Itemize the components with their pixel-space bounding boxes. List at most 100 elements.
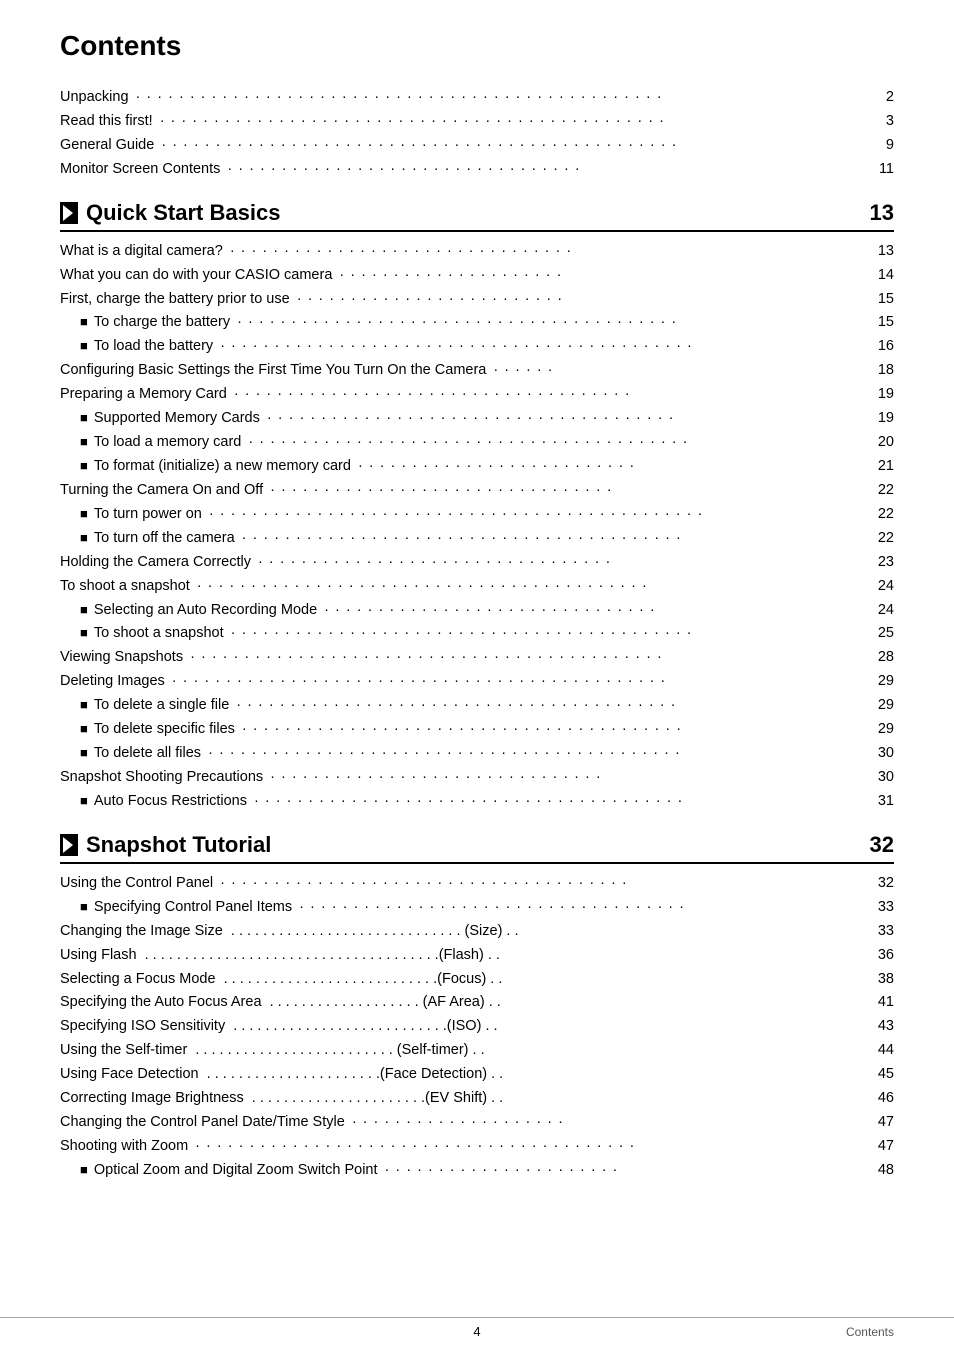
dot-leader: · · · · · · · · · · · · · · · · · · · · … [334, 264, 875, 288]
dot-leader: · · · · · · · · · · · · · · · · · · · · … [237, 527, 876, 551]
entry-auto-recording: ■ Selecting an Auto Recording Mode · · ·… [60, 599, 894, 623]
entry-iso: Specifying ISO Sensitivity . . . . . . .… [60, 1015, 894, 1039]
bullet-content: To delete specific files · · · · · · · ·… [94, 718, 894, 742]
entry-text: Using the Control Panel [60, 872, 213, 896]
entry-text: To format (initialize) a new memory card [94, 455, 351, 479]
entry-memory-card: Preparing a Memory Card · · · · · · · · … [60, 383, 894, 407]
dot-leader: · · · · · · · · · · · · · · · · · · · · … [380, 1159, 876, 1183]
section-header-left: Snapshot Tutorial [60, 832, 271, 858]
page-num: 43 [878, 1015, 894, 1039]
entry-text: Optical Zoom and Digital Zoom Switch Poi… [94, 1159, 378, 1183]
page-num: 46 [878, 1087, 894, 1111]
entry-ev-shift: Correcting Image Brightness . . . . . . … [60, 1087, 894, 1111]
bullet-icon: ■ [80, 311, 88, 332]
page-num: 15 [878, 311, 894, 335]
dot-leader [505, 1087, 876, 1111]
page-num: 13 [878, 240, 894, 264]
entry-holding: Holding the Camera Correctly · · · · · ·… [60, 551, 894, 575]
bullet-content: Optical Zoom and Digital Zoom Switch Poi… [94, 1159, 894, 1183]
page-num: 30 [878, 766, 894, 790]
bullet-icon: ■ [80, 1159, 88, 1180]
page-num: 15 [878, 288, 894, 312]
page-num: 24 [878, 599, 894, 623]
bullet-content: To shoot a snapshot · · · · · · · · · · … [94, 622, 894, 646]
bullet-icon: ■ [80, 455, 88, 476]
dot-leader: · · · · · · · · · · · · · · · · · · · · … [353, 455, 876, 479]
snapshot-tutorial-entries: Using the Control Panel · · · · · · · · … [60, 872, 894, 1183]
dot-leader: · · · · · · · · · · · · · · · · · · · · … [203, 742, 876, 766]
quick-start-title: Quick Start Basics [86, 200, 280, 226]
entry-delete-specific: ■ To delete specific files · · · · · · ·… [60, 718, 894, 742]
toc-entry-monitor: Monitor Screen Contents · · · · · · · · … [60, 158, 894, 182]
dot-leader [521, 920, 876, 944]
entry-text: To shoot a snapshot [94, 622, 224, 646]
entry-text: Specifying ISO Sensitivity . . . . . . .… [60, 1015, 498, 1039]
entry-format-card: ■ To format (initialize) a new memory ca… [60, 455, 894, 479]
dot-leader: · · · · · · · · · · · · · · · · · · · · … [215, 335, 876, 359]
bullet-icon: ■ [80, 503, 88, 524]
bullet-content: Specifying Control Panel Items · · · · ·… [94, 896, 894, 920]
page-num: 30 [878, 742, 894, 766]
bullet-icon: ■ [80, 896, 88, 917]
entry-optical-zoom: ■ Optical Zoom and Digital Zoom Switch P… [60, 1159, 894, 1183]
dot-leader: · · · · · · · · · · · · · · · · · · · · … [237, 718, 876, 742]
page-num: 33 [878, 896, 894, 920]
page-num: 14 [878, 264, 894, 288]
snapshot-tutorial-title: Snapshot Tutorial [86, 832, 271, 858]
entry-control-panel-items: ■ Specifying Control Panel Items · · · ·… [60, 896, 894, 920]
dot-leader: · · · · · · · · · · · · · · · · · · · · [347, 1111, 876, 1135]
entry-text: Selecting a Focus Mode . . . . . . . . .… [60, 968, 502, 992]
entry-text: Shooting with Zoom [60, 1135, 188, 1159]
bullet-icon: ■ [80, 742, 88, 763]
dot-leader: · · · · · · · · · · · · · · · · · · · · … [231, 694, 876, 718]
entry-text: Holding the Camera Correctly [60, 551, 251, 575]
snapshot-tutorial-header: Snapshot Tutorial 32 [60, 832, 894, 864]
page-num: 22 [878, 479, 894, 503]
dot-leader [505, 1063, 876, 1087]
bullet-icon: ■ [80, 335, 88, 356]
page-num: 36 [878, 944, 894, 968]
dot-leader: · · · · · · · · · · · · · · · · · · · · … [190, 1135, 876, 1159]
entry-text: To delete specific files [94, 718, 235, 742]
bullet-content: To load the battery · · · · · · · · · · … [94, 335, 894, 359]
footer-label: Contents [846, 1325, 894, 1339]
entry-text: Preparing a Memory Card [60, 383, 227, 407]
bullet-icon: ■ [80, 527, 88, 548]
page-num: 11 [879, 158, 894, 182]
page-num: 29 [878, 694, 894, 718]
page-num: 22 [878, 503, 894, 527]
dot-leader: · · · · · · · · · · · · · · · · · · · · … [167, 670, 876, 694]
entry-supported-cards: ■ Supported Memory Cards · · · · · · · ·… [60, 407, 894, 431]
bullet-content: To load a memory card · · · · · · · · · … [94, 431, 894, 455]
toc-entry-unpacking: Unpacking · · · · · · · · · · · · · · · … [60, 86, 894, 110]
bullet-content: To turn power on · · · · · · · · · · · ·… [94, 503, 894, 527]
entry-text: Correcting Image Brightness . . . . . . … [60, 1087, 503, 1111]
page-num: 45 [878, 1063, 894, 1087]
dot-leader: · · · · · · · · · · · · · · · · · · · · … [185, 646, 876, 670]
entry-text: Snapshot Shooting Precautions [60, 766, 263, 790]
entry-viewing: Viewing Snapshots · · · · · · · · · · · … [60, 646, 894, 670]
entry-text: What is a digital camera? [60, 240, 223, 264]
page-num: 20 [878, 431, 894, 455]
entry-text: First, charge the battery prior to use [60, 288, 290, 312]
page: Contents Unpacking · · · · · · · · · · ·… [0, 0, 954, 1357]
page-num: 18 [878, 359, 894, 383]
page-num: 2 [886, 86, 894, 110]
entry-turn-off: ■ To turn off the camera · · · · · · · ·… [60, 527, 894, 551]
entry-text: To load a memory card [94, 431, 241, 455]
entry-text: Viewing Snapshots [60, 646, 183, 670]
bullet-icon: ■ [80, 622, 88, 643]
page-num: 29 [878, 718, 894, 742]
dot-leader: · · · · · · · · · · · · · · · · · · · · … [232, 311, 876, 335]
dot-leader [500, 1015, 876, 1039]
top-entries: Unpacking · · · · · · · · · · · · · · · … [60, 86, 894, 182]
entry-text: Turning the Camera On and Off [60, 479, 263, 503]
page-title: Contents [60, 30, 894, 66]
bullet-icon: ■ [80, 790, 88, 811]
entry-flash: Using Flash . . . . . . . . . . . . . . … [60, 944, 894, 968]
page-num: 48 [878, 1159, 894, 1183]
entry-text: To load the battery [94, 335, 213, 359]
entry-delete-all: ■ To delete all files · · · · · · · · · … [60, 742, 894, 766]
page-num: 9 [886, 134, 894, 158]
entry-text: Selecting an Auto Recording Mode [94, 599, 317, 623]
